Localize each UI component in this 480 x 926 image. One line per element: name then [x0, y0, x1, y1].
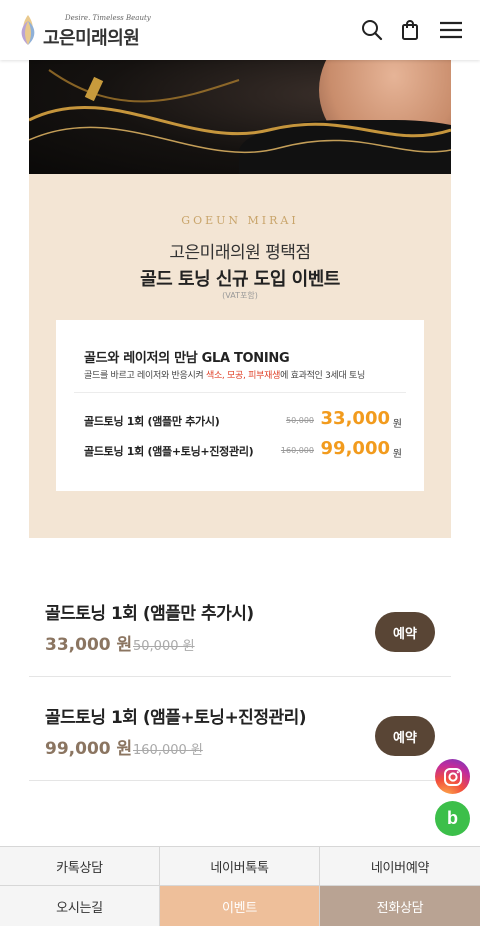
price-row-name: 골드토닝 1회 (앰플만 추가시): [84, 415, 220, 428]
brand-english: GOEUN MIRAI: [181, 214, 299, 227]
naver-reservation-button[interactable]: 네이버예약: [320, 846, 480, 886]
blog-icon: b: [447, 808, 458, 828]
divider: [74, 392, 406, 393]
lotus-logo-icon: [21, 15, 35, 45]
instagram-button[interactable]: [435, 759, 470, 794]
sale-price: 33,000: [320, 408, 390, 429]
price-unit: 원: [392, 419, 402, 430]
logo-tagline: Desire. Timeless Beauty: [65, 14, 151, 22]
price-row-name: 골드토닝 1회 (앰플+토닝+진정관리): [84, 445, 254, 458]
product-old-price: 160,000 원: [133, 743, 203, 758]
kakao-consult-button[interactable]: 카톡상담: [0, 846, 160, 886]
event-button[interactable]: 이벤트: [160, 886, 320, 926]
naver-talktalk-button[interactable]: 네이버톡톡: [160, 846, 320, 886]
price-row: 골드토닝 1회 (앰플+토닝+진정관리) 160,000 99,000 원: [84, 438, 402, 462]
bottom-nav: 카톡상담 네이버톡톡 네이버예약 오시는길 이벤트 전화상담: [0, 846, 480, 926]
old-price: 50,000: [286, 416, 314, 425]
product-item: 골드토닝 1회 (앰플만 추가시) 33,000 원 50,000 원 예약: [29, 573, 451, 677]
price-unit: 원: [392, 449, 402, 460]
product-price: 33,000 원: [45, 635, 133, 655]
hero-banner-image: [29, 60, 451, 174]
card-heading: 골드와 레이저의 만남 GLA TONING: [84, 351, 290, 366]
logo-name: 고은미래의원: [43, 28, 140, 49]
vat-note: (VAT포함): [222, 291, 258, 300]
old-price: 160,000: [280, 446, 314, 455]
hamburger-menu-icon[interactable]: [439, 19, 463, 41]
event-panel: GOEUN MIRAI 고은미래의원 평택점 골드 토닝 신규 도입 이벤트 (…: [29, 174, 451, 538]
reserve-button[interactable]: 예약: [375, 612, 435, 652]
price-row: 골드토닝 1회 (앰플만 추가시) 50,000 33,000 원: [84, 408, 402, 432]
branch-name: 고은미래의원 평택점: [169, 243, 311, 263]
site-header: Desire. Timeless Beauty 고은미래의원: [0, 0, 480, 60]
sale-price: 99,000: [320, 438, 390, 459]
card-description: 골드를 바르고 레이저와 반응시켜 색소, 모공, 피부재생에 효과적인 3세대…: [84, 371, 365, 381]
blog-button[interactable]: b: [435, 801, 470, 836]
product-name: 골드토닝 1회 (앰플+토닝+진정관리): [45, 708, 307, 728]
event-title: 골드 토닝 신규 도입 이벤트: [140, 269, 340, 290]
instagram-icon: [443, 767, 462, 786]
event-price-card: 골드와 레이저의 만남 GLA TONING 골드를 바르고 레이저와 반응시켜…: [56, 320, 424, 491]
gold-swirl-graphic: [29, 69, 451, 154]
logo[interactable]: Desire. Timeless Beauty 고은미래의원: [18, 12, 151, 49]
product-name: 골드토닝 1회 (앰플만 추가시): [45, 604, 254, 624]
shopping-bag-icon[interactable]: [399, 19, 421, 41]
highlight-text: 색소, 모공, 피부재생: [205, 371, 281, 381]
product-item: 골드토닝 1회 (앰플+토닝+진정관리) 99,000 원 160,000 원 …: [29, 677, 451, 781]
directions-button[interactable]: 오시는길: [0, 886, 160, 926]
reserve-button[interactable]: 예약: [375, 716, 435, 756]
search-icon[interactable]: [361, 19, 383, 41]
product-price: 99,000 원: [45, 739, 133, 759]
product-old-price: 50,000 원: [133, 639, 195, 654]
phone-consult-button[interactable]: 전화상담: [320, 886, 480, 926]
